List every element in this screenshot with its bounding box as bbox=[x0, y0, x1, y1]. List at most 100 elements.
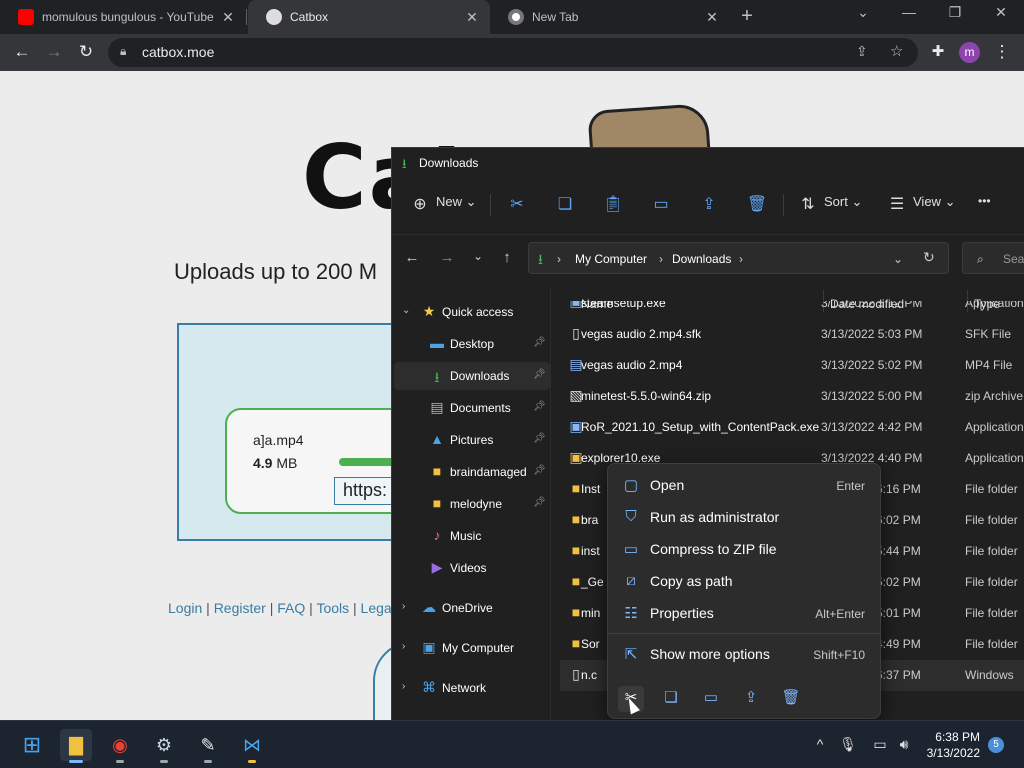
pane-splitter[interactable] bbox=[550, 288, 551, 720]
tab-divider bbox=[246, 9, 247, 25]
menu-open[interactable]: ▢ Open Enter bbox=[613, 470, 875, 500]
sort-label: Sort bbox=[824, 194, 848, 209]
menu-compress-zip[interactable]: ▭ Compress to ZIP file bbox=[613, 534, 875, 564]
register-link[interactable]: Register bbox=[214, 600, 266, 616]
chrome-icon[interactable]: ◉ bbox=[104, 729, 136, 763]
paint-icon[interactable]: ✎ bbox=[192, 729, 224, 763]
rename-icon[interactable]: ▭ bbox=[649, 194, 673, 214]
chevron-down-icon[interactable]: ⌄ bbox=[402, 305, 410, 316]
nav-downloads[interactable]: ⭳ Downloads 📌︎ bbox=[394, 362, 550, 390]
file-date: 4:49 PM bbox=[876, 637, 921, 651]
tab-youtube[interactable]: momulous bungulous - YouTube ✕ bbox=[0, 0, 246, 34]
nav-documents[interactable]: ▤ Documents 📌︎ bbox=[394, 394, 550, 422]
more-options-button[interactable]: ••• bbox=[978, 194, 991, 208]
menu-run-as-admin[interactable]: ⛉ Run as administrator bbox=[613, 502, 875, 532]
address-dropdown-icon[interactable]: ⌄ bbox=[893, 252, 903, 266]
tools-link[interactable]: Tools bbox=[316, 600, 349, 616]
videos-icon: ▶ bbox=[431, 559, 443, 575]
nav-melodyne[interactable]: ■ melodyne 📌︎ bbox=[394, 490, 550, 518]
chevron-right-icon[interactable]: › bbox=[402, 641, 405, 652]
tab-catbox[interactable]: Catbox ✕ bbox=[248, 0, 490, 34]
nav-onedrive[interactable]: › ☁ OneDrive bbox=[394, 594, 550, 622]
menu-copy-as-path[interactable]: ⧄ Copy as path bbox=[613, 566, 875, 596]
file-row[interactable]: ▯ vegas audio 2.mp4.sfk 3/13/2022 5:03 P… bbox=[560, 319, 1024, 350]
share-icon[interactable]: ⇪ bbox=[738, 686, 764, 712]
close-tab-icon[interactable]: ✕ bbox=[218, 9, 238, 26]
bookmark-star-icon[interactable]: ☆ bbox=[890, 42, 903, 60]
address-bar[interactable]: 🔒︎ catbox.moe ⇪ ☆ bbox=[108, 38, 918, 67]
refresh-icon[interactable]: ↻ bbox=[923, 249, 935, 266]
new-tab-button[interactable]: + bbox=[727, 5, 767, 28]
file-date: 3/13/2022 5:00 PM bbox=[821, 389, 923, 403]
file-row[interactable]: ▣ steamsetup.exe 3/13/2022 5:12 PM Appli… bbox=[560, 301, 1024, 319]
file-type: File folder bbox=[965, 637, 1018, 651]
delete-icon[interactable]: 🗑︎ bbox=[778, 686, 804, 712]
footer-separator: | bbox=[353, 600, 357, 616]
view-button[interactable]: View ⌄ bbox=[913, 194, 955, 210]
copy-icon[interactable]: ❏ bbox=[553, 194, 577, 214]
menu-properties[interactable]: ☷ Properties Alt+Enter bbox=[613, 598, 875, 628]
reload-icon[interactable]: ↻ bbox=[74, 40, 98, 64]
login-link[interactable]: Login bbox=[168, 600, 202, 616]
sort-button[interactable]: Sort ⌄ bbox=[824, 194, 862, 210]
breadcrumb-my-computer[interactable]: My Computer bbox=[575, 252, 647, 266]
extensions-icon[interactable]: ✚ bbox=[926, 40, 950, 64]
share-icon[interactable]: ⇪ bbox=[697, 194, 721, 214]
faq-link[interactable]: FAQ bbox=[277, 600, 305, 616]
nav-network[interactable]: › ⌘ Network bbox=[394, 674, 550, 702]
forward-icon[interactable]: → bbox=[42, 40, 66, 64]
clock-date: 3/13/2022 bbox=[926, 746, 980, 760]
chevron-right-icon[interactable]: › bbox=[402, 681, 405, 692]
back-icon[interactable]: ← bbox=[402, 249, 422, 266]
restore-icon[interactable]: ❐ bbox=[935, 4, 975, 21]
clock[interactable]: 6:38 PM 3/13/2022 bbox=[916, 729, 980, 761]
explorer-titlebar: ⭳ Downloads bbox=[392, 148, 1024, 178]
vscode-icon[interactable]: ⋈ bbox=[236, 729, 268, 763]
display-icon[interactable]: ▭ bbox=[870, 736, 890, 753]
legal-link[interactable]: Lega bbox=[361, 600, 392, 616]
nav-quick-access[interactable]: ⌄ ★ Quick access bbox=[394, 298, 550, 326]
nav-videos[interactable]: ▶ Videos bbox=[394, 554, 550, 582]
new-button[interactable]: New ⌄ bbox=[436, 194, 477, 210]
nav-my-computer[interactable]: › ▣ My Computer bbox=[394, 634, 550, 662]
share-icon[interactable]: ⇪ bbox=[856, 43, 868, 60]
steam-icon[interactable]: ⚙ bbox=[148, 729, 180, 763]
breadcrumb-downloads[interactable]: Downloads bbox=[672, 252, 731, 266]
file-explorer-icon[interactable]: ▇ bbox=[60, 729, 92, 763]
volume-icon[interactable]: 🔊︎ bbox=[894, 736, 914, 753]
explorer-search-input[interactable]: ⌕ Sear bbox=[962, 242, 1024, 274]
explorer-address-bar[interactable]: ⭳ › My Computer › Downloads › ⌄ ↻ bbox=[528, 242, 949, 274]
desktop-icon: ▬ bbox=[430, 335, 444, 351]
delete-icon[interactable]: 🗑︎ bbox=[745, 194, 769, 214]
paste-icon[interactable]: 📋︎ bbox=[601, 194, 625, 214]
nav-braindamaged[interactable]: ■ braindamaged 📌︎ bbox=[394, 458, 550, 486]
tab-search-icon[interactable]: ⌄ bbox=[843, 4, 883, 21]
nav-desktop[interactable]: ▬ Desktop 📌︎ bbox=[394, 330, 550, 358]
file-row[interactable]: ▧ minetest-5.5.0-win64.zip 3/13/2022 5:0… bbox=[560, 381, 1024, 412]
nav-pictures[interactable]: ▲ Pictures 📌︎ bbox=[394, 426, 550, 454]
cut-icon[interactable]: ✂ bbox=[505, 194, 529, 214]
close-window-icon[interactable]: ✕ bbox=[981, 4, 1021, 21]
breadcrumb-separator: › bbox=[659, 252, 663, 266]
microphone-icon[interactable]: 🎙︎ bbox=[838, 736, 858, 753]
rename-icon[interactable]: ▭ bbox=[698, 686, 724, 712]
close-tab-icon[interactable]: ✕ bbox=[462, 9, 482, 26]
chrome-menu-icon[interactable]: ⋮ bbox=[990, 40, 1014, 64]
menu-show-more-options[interactable]: ⇱ Show more options Shift+F10 bbox=[613, 639, 875, 669]
close-tab-icon[interactable]: ✕ bbox=[702, 9, 722, 26]
chevron-right-icon[interactable]: › bbox=[402, 601, 405, 612]
copy-icon[interactable]: ❏ bbox=[658, 686, 684, 712]
start-icon[interactable]: ⊞ bbox=[16, 729, 48, 761]
show-hidden-icons[interactable]: ^ bbox=[810, 736, 830, 752]
forward-icon[interactable]: → bbox=[437, 249, 457, 266]
profile-avatar[interactable]: m bbox=[959, 42, 980, 63]
file-row[interactable]: ▣ RoR_2021.10_Setup_with_ContentPack.exe… bbox=[560, 412, 1024, 443]
minimize-icon[interactable]: — bbox=[889, 4, 929, 20]
notification-badge[interactable]: 5 bbox=[988, 737, 1004, 753]
up-icon[interactable]: ↑ bbox=[497, 249, 517, 266]
tab-new-tab[interactable]: New Tab ✕ bbox=[490, 0, 730, 34]
recent-locations-icon[interactable]: ⌄ bbox=[468, 249, 488, 263]
back-icon[interactable]: ← bbox=[10, 40, 34, 64]
file-row[interactable]: ▤ vegas audio 2.mp4 3/13/2022 5:02 PM MP… bbox=[560, 350, 1024, 381]
nav-music[interactable]: ♪ Music bbox=[394, 522, 550, 550]
